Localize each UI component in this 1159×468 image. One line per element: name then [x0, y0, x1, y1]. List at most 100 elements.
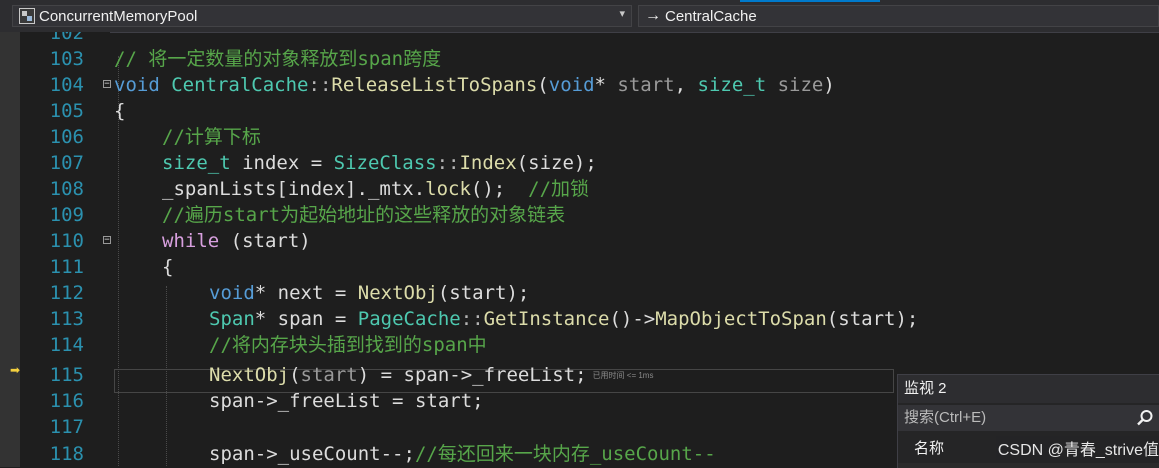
chevron-down-icon[interactable]: ▾	[619, 7, 625, 20]
code-line: 110 − while (start)	[0, 228, 1159, 254]
operator: ->	[254, 390, 278, 412]
code-text: while (start)	[162, 228, 311, 254]
variable: start	[300, 364, 358, 386]
member: _freeList	[277, 390, 381, 412]
code-line: 106 //计算下标	[0, 124, 1159, 150]
code-text: //将内存块头插到找到的span中	[209, 332, 487, 358]
function-name: MapObjectToSpan	[655, 308, 827, 330]
operator: =	[323, 308, 358, 330]
line-number: 112	[49, 282, 84, 304]
code-text: {	[114, 100, 126, 122]
variable: span	[209, 390, 255, 412]
line-number: 114	[49, 334, 84, 356]
punctuation: ;	[575, 364, 587, 386]
operator: ::	[436, 152, 460, 174]
line-number: 110	[49, 230, 84, 252]
line-number: 115	[49, 364, 84, 386]
code-text: void* next = NextObj(start);	[209, 280, 529, 306]
line-number: 107	[49, 152, 84, 174]
watch-panel-title[interactable]: 监视 2	[898, 375, 1159, 403]
operator: ->	[254, 443, 278, 465]
operator: --;	[380, 443, 415, 465]
type-name: Span	[209, 308, 255, 330]
line-number: 111	[49, 256, 84, 278]
code-text: span->_useCount--;//每还回来一块内存_useCount--	[209, 441, 716, 467]
search-icon[interactable]	[1136, 409, 1154, 427]
punctuation: ].	[345, 178, 368, 200]
code-text: void CentralCache::ReleaseListToSpans(vo…	[114, 72, 835, 98]
class-dropdown[interactable]: → CentralCache	[638, 5, 1159, 27]
line-number: 113	[49, 308, 84, 330]
variable: start	[414, 390, 473, 412]
collapse-icon[interactable]: −	[103, 80, 111, 89]
punctuation: );	[573, 152, 597, 174]
code-line: 112 void* next = NextObj(start);	[0, 280, 1159, 306]
type-name: size_t	[697, 74, 767, 96]
member: _spanLists	[162, 178, 277, 200]
class-name-token: PageCache	[357, 308, 461, 330]
punctuation: )	[823, 74, 835, 96]
keyword: void	[114, 74, 160, 96]
operator: =	[380, 390, 415, 412]
operator: ->	[449, 364, 473, 386]
operator: =	[323, 282, 358, 304]
watermark: CSDN @青春_strive值	[995, 436, 1159, 460]
class-name-token: SizeClass	[333, 152, 437, 174]
punctuation: [	[276, 178, 288, 200]
member: _freeList	[472, 364, 576, 386]
keyword: void	[548, 74, 595, 96]
code-line: 114 //将内存块头插到找到的span中	[0, 332, 1159, 358]
function-name: NextObj	[209, 364, 290, 386]
punctuation: *	[254, 308, 278, 330]
keyword: while	[162, 230, 220, 252]
code-line: 108 _spanLists[index]._mtx.lock(); //加锁	[0, 176, 1159, 202]
watch-row[interactable]	[898, 463, 1159, 468]
punctuation: ,	[674, 74, 698, 96]
code-text: size_t index = SizeClass::Index(size);	[162, 150, 597, 176]
code-text: //遍历start为起始地址的这些释放的对象链表	[162, 202, 565, 228]
punctuation: );	[506, 282, 530, 304]
code-line: 107 size_t index = SizeClass::Index(size…	[0, 150, 1159, 176]
code-text: // 将一定数量的对象释放到span跨度	[114, 46, 441, 72]
code-text: _spanLists[index]._mtx.lock(); //加锁	[162, 176, 589, 202]
class-name-token: CentralCache	[171, 74, 309, 96]
arrow-right-icon: →	[645, 7, 661, 24]
line-number: 106	[49, 126, 84, 148]
punctuation: *	[594, 74, 618, 96]
project-dropdown[interactable]: ConcurrentMemoryPool ▾	[12, 5, 632, 27]
code-text: Span* span = PageCache::GetInstance()->M…	[209, 306, 918, 332]
comment: //计算下标	[162, 126, 261, 148]
variable: span	[209, 443, 255, 465]
punctuation: (	[437, 282, 450, 304]
variable: index	[287, 178, 346, 200]
code-line: 104 − void CentralCache::ReleaseListToSp…	[0, 72, 1159, 98]
punctuation: (	[516, 152, 529, 174]
code-line: 102	[0, 32, 1159, 46]
code-line: 111 {	[0, 254, 1159, 280]
punctuation: (	[289, 364, 301, 386]
comment: // 将一定数量的对象释放到span跨度	[114, 48, 442, 70]
function-name: ReleaseListToSpans	[331, 74, 538, 96]
watch-search-placeholder: 搜索(Ctrl+E)	[904, 409, 987, 426]
watch-search-input[interactable]: 搜索(Ctrl+E)	[898, 405, 1159, 431]
keyword: void	[209, 282, 255, 304]
code-text: NextObj(start) = span->_freeList; 已用时间 <=…	[209, 362, 653, 389]
line-number: 103	[49, 48, 84, 70]
code-line: 105 {	[0, 98, 1159, 124]
class-name: CentralCache	[665, 7, 757, 25]
parameter: start	[617, 74, 675, 96]
line-number: 105	[49, 100, 84, 122]
line-number: 109	[49, 204, 84, 226]
variable: span	[403, 364, 450, 386]
project-icon	[19, 8, 35, 24]
type-name: size_t	[162, 152, 231, 174]
function-name: Index	[459, 152, 517, 174]
variable: size	[528, 152, 574, 174]
collapse-icon[interactable]: −	[103, 236, 111, 245]
function-name: lock	[425, 178, 471, 200]
perf-tip[interactable]: 已用时间 <= 1ms	[593, 371, 654, 380]
punctuation: ()->	[609, 308, 656, 330]
variable: next	[277, 282, 324, 304]
punctuation: (	[537, 74, 549, 96]
comment: //遍历start为起始地址的这些释放的对象链表	[162, 204, 566, 226]
